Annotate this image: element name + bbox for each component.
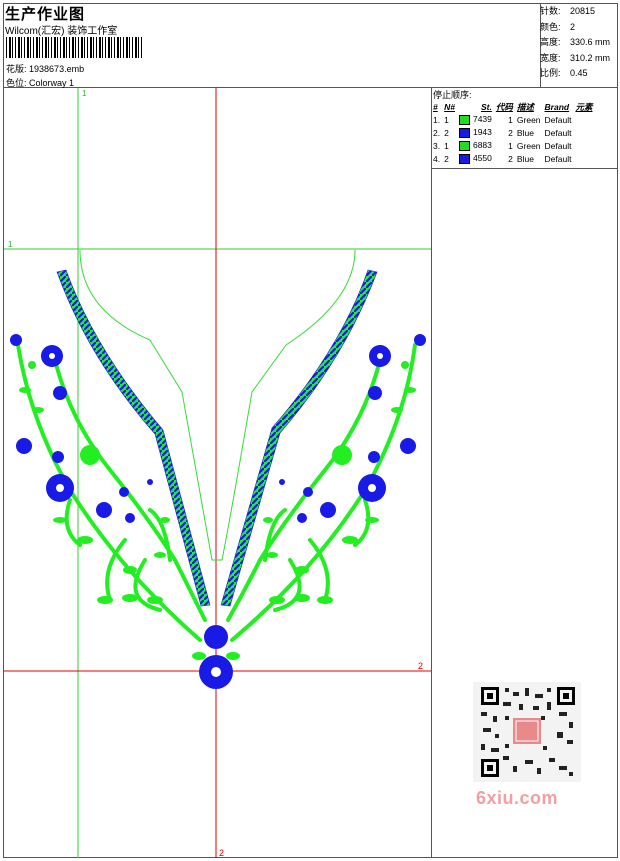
qr-code [473,682,581,782]
blue-flowers [10,334,426,689]
neckline-band-left [56,269,211,607]
watermark: 6xiu.com [476,788,559,808]
neckline-outline [79,249,356,561]
leaf-cluster [19,361,416,604]
guide-label-green-h: 1 [8,240,13,249]
guide-label-red-h: 2 [418,661,423,671]
guide-label-red-v: 2 [219,848,224,858]
guide-label-green-v: 1 [82,89,87,98]
